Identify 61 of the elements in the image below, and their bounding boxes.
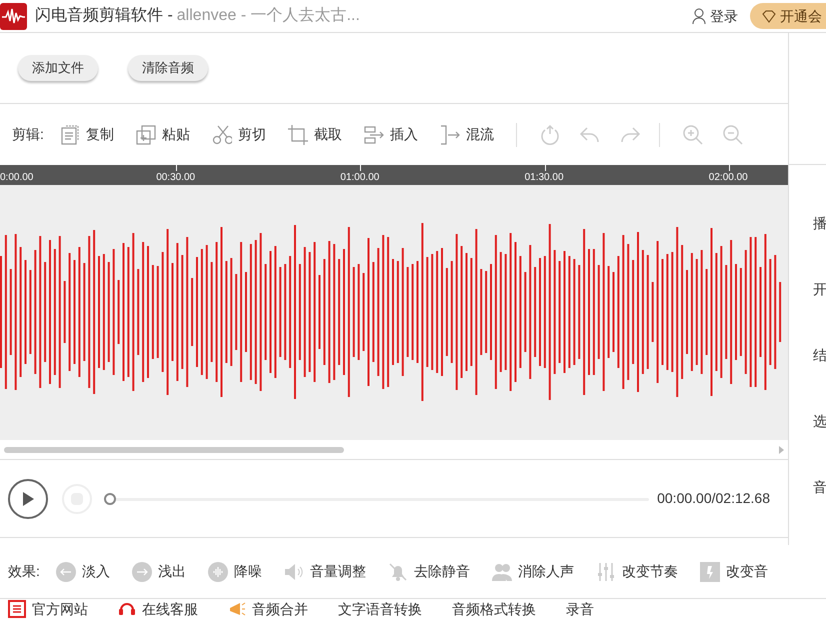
effects-label: 效果: (8, 562, 40, 581)
effect-button[interactable]: 浅出 (132, 561, 186, 582)
right-arrow-circle-icon (132, 562, 152, 582)
user-icon (692, 8, 706, 24)
effect-button[interactable]: 淡入 (56, 561, 110, 582)
insert-icon (364, 124, 384, 144)
footer-link[interactable]: 录音 (566, 600, 594, 618)
people-icon (492, 562, 512, 582)
footer-link[interactable]: 在线客服 (118, 600, 198, 618)
file-button[interactable]: 清除音频 (128, 55, 208, 81)
megaphone-icon (228, 600, 246, 618)
effect-button[interactable]: 去除静音 (388, 561, 470, 582)
time-tick-label: 02:00.00 (708, 172, 748, 184)
scissors-icon (212, 124, 232, 144)
zoom-out-icon[interactable] (722, 124, 744, 146)
crop-icon (288, 124, 308, 144)
app-logo-icon (0, 2, 27, 30)
paste-button[interactable]: 粘贴 (136, 124, 190, 145)
time-tick-label: 01:00.00 (340, 172, 380, 184)
bell-off-icon (388, 562, 408, 582)
progress-thumb[interactable] (104, 492, 116, 504)
footer-link[interactable]: 文字语音转换 (338, 600, 422, 618)
speaker-icon (284, 562, 304, 582)
footer-link[interactable]: 音频合并 (228, 600, 308, 618)
play-icon (22, 492, 34, 506)
effect-button[interactable]: 改变节奏 (596, 561, 678, 582)
copy-button[interactable]: 复制 (60, 124, 114, 145)
zoom-in-icon[interactable] (682, 124, 704, 146)
time-tick-label: 0:00.00 (0, 172, 34, 184)
effect-button[interactable]: 消除人声 (492, 561, 574, 582)
footer-link[interactable]: 音频格式转换 (452, 600, 536, 618)
diamond-icon (762, 10, 776, 22)
effect-button[interactable]: 音量调整 (284, 561, 366, 582)
effect-button[interactable]: 降噪 (208, 561, 262, 582)
document-icon (8, 600, 26, 618)
time-tick-label: 01:30.00 (524, 172, 564, 184)
scrollbar-thumb[interactable] (4, 447, 344, 453)
left-arrow-circle-icon (56, 562, 76, 582)
file-name: allenvee - 一个人去太古... (176, 6, 360, 26)
paste-icon (136, 124, 156, 144)
vip-button[interactable]: 开通会 (750, 3, 826, 29)
insert-button[interactable]: 插入 (364, 124, 418, 145)
play-button[interactable] (8, 478, 48, 518)
sound-wave-circle-icon (208, 562, 228, 582)
file-button[interactable]: 添加文件 (18, 55, 98, 81)
crop-button[interactable]: 截取 (288, 124, 342, 145)
edit-label: 剪辑: (12, 125, 44, 144)
progress-track[interactable] (104, 492, 650, 504)
time-tick-label: 00:30.00 (156, 172, 196, 184)
mix-icon (440, 124, 460, 144)
headset-icon (118, 600, 136, 618)
copy-icon (60, 124, 80, 144)
effect-button[interactable]: 改变音 (700, 561, 768, 582)
scroll-right-icon[interactable] (779, 446, 784, 454)
cut-button[interactable]: 剪切 (212, 124, 266, 145)
login-button[interactable]: 登录 (692, 6, 738, 26)
sliders-icon (596, 562, 616, 582)
time-readout: 00:00.00/02:12.68 (657, 489, 770, 508)
mix-button[interactable]: 混流 (440, 124, 494, 145)
window-title: 闪电音频剪辑软件 - (35, 6, 173, 26)
footer-link[interactable]: 官方网站 (8, 600, 88, 618)
